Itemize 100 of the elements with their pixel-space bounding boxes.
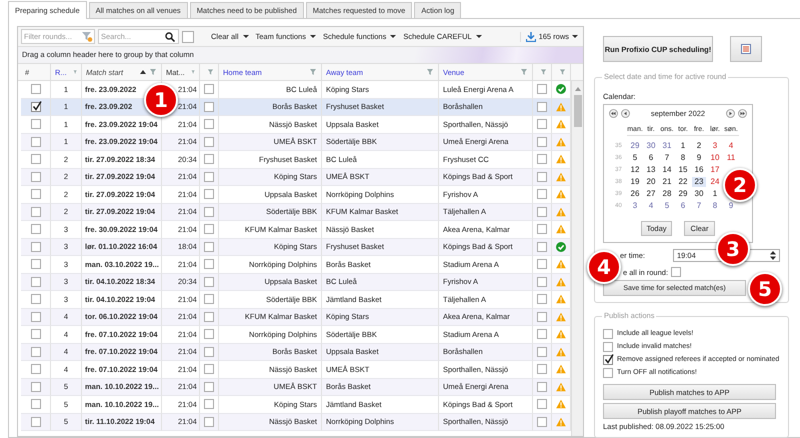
last-page-icon[interactable] <box>738 109 747 118</box>
row-checkbox[interactable] <box>30 382 40 392</box>
checkbox[interactable] <box>671 267 682 277</box>
checkbox[interactable] <box>204 312 214 322</box>
row-checkbox[interactable] <box>30 312 40 322</box>
checkbox[interactable] <box>204 189 214 200</box>
checkbox[interactable] <box>204 294 214 304</box>
checkbox[interactable] <box>537 84 547 94</box>
checkbox[interactable] <box>537 119 547 130</box>
checkbox[interactable] <box>204 382 214 392</box>
checkbox[interactable] <box>204 172 214 182</box>
checkbox[interactable] <box>537 189 547 200</box>
row-checkbox[interactable] <box>30 294 40 304</box>
first-page-icon[interactable] <box>609 109 618 118</box>
checkbox[interactable] <box>603 354 613 364</box>
calendar-day[interactable]: 11 <box>726 153 736 163</box>
row-checkbox[interactable] <box>30 276 40 287</box>
calendar-day[interactable]: 21 <box>662 177 672 187</box>
calendar-day[interactable]: 15 <box>678 165 688 175</box>
checkbox[interactable] <box>204 416 214 427</box>
checkbox[interactable] <box>537 259 547 270</box>
calendar-day[interactable]: 1 <box>680 141 686 151</box>
row-checkbox[interactable] <box>30 136 40 147</box>
checkbox[interactable] <box>182 30 194 42</box>
calendar-day[interactable]: 22 <box>678 177 688 187</box>
calendar-day[interactable]: 23 <box>692 177 706 187</box>
checkbox[interactable] <box>204 84 214 94</box>
calendar-day[interactable]: 1 <box>712 189 718 199</box>
checkbox[interactable] <box>537 224 547 234</box>
next-icon[interactable] <box>726 109 735 118</box>
checkbox[interactable] <box>204 154 214 164</box>
calendar-day[interactable]: 20 <box>646 177 656 187</box>
checkbox[interactable] <box>537 382 547 392</box>
checkbox[interactable] <box>204 119 214 130</box>
filter-icon[interactable] <box>190 68 195 76</box>
calendar-day[interactable]: 7 <box>664 153 670 163</box>
calendar-day[interactable]: 2 <box>696 141 702 151</box>
previous-icon[interactable] <box>621 109 630 118</box>
checkbox[interactable] <box>204 276 214 287</box>
calendar-day[interactable]: 3 <box>632 201 638 211</box>
checkbox[interactable] <box>537 154 547 164</box>
checkbox[interactable] <box>537 294 547 304</box>
calendar-day[interactable]: 12 <box>630 165 640 175</box>
filter-icon[interactable] <box>309 68 317 76</box>
calendar-day[interactable]: 14 <box>662 165 672 175</box>
calendar-day[interactable]: 29 <box>678 189 688 199</box>
checkbox[interactable] <box>537 364 547 374</box>
checkbox[interactable] <box>204 136 214 147</box>
calendar-day[interactable]: 29 <box>630 141 640 151</box>
checkbox[interactable] <box>537 206 547 217</box>
calendar-day[interactable]: 9 <box>728 201 734 211</box>
calendar-day[interactable]: 5 <box>632 153 638 163</box>
row-checkbox[interactable] <box>30 154 40 164</box>
row-checkbox[interactable] <box>30 242 40 252</box>
checkbox[interactable] <box>204 346 214 357</box>
calendar-day[interactable]: 8 <box>712 201 718 211</box>
calendar-day[interactable]: 6 <box>648 153 654 163</box>
checkbox[interactable] <box>603 342 613 352</box>
checkbox[interactable] <box>537 276 547 287</box>
row-checkbox[interactable] <box>30 172 40 182</box>
scrollbar[interactable] <box>571 81 583 436</box>
calendar-day[interactable]: 31 <box>662 141 672 151</box>
list-button[interactable] <box>730 36 762 62</box>
calendar-day[interactable]: 24 <box>710 177 720 187</box>
calendar-day[interactable]: 13 <box>646 165 656 175</box>
calendar-day[interactable]: 5 <box>664 201 670 211</box>
checkbox[interactable] <box>204 329 214 340</box>
spinner-icon[interactable] <box>770 251 776 260</box>
calendar-day[interactable]: 27 <box>646 189 656 199</box>
filter-icon[interactable] <box>72 68 77 76</box>
calendar-day[interactable]: 28 <box>662 189 672 199</box>
calendar-day[interactable]: 7 <box>696 201 702 211</box>
row-checkbox[interactable] <box>30 259 40 270</box>
calendar-day[interactable]: 4 <box>728 141 734 151</box>
row-checkbox[interactable] <box>30 346 40 357</box>
calendar-day[interactable]: 30 <box>694 189 704 199</box>
calendar-day[interactable]: 17 <box>710 165 720 175</box>
calendar-day[interactable]: 8 <box>680 153 686 163</box>
row-checkbox[interactable] <box>30 399 40 410</box>
filter-icon[interactable] <box>149 68 157 76</box>
scroll-up-icon[interactable] <box>574 87 580 91</box>
scroll-thumb[interactable] <box>574 95 582 127</box>
calendar-day[interactable]: 3 <box>712 141 718 151</box>
row-checkbox[interactable] <box>30 102 40 112</box>
checkbox[interactable] <box>537 399 547 410</box>
checkbox[interactable] <box>603 368 613 378</box>
checkbox[interactable] <box>204 259 214 270</box>
checkbox[interactable] <box>204 242 214 252</box>
filter-icon[interactable] <box>559 68 566 76</box>
calendar-day[interactable]: 30 <box>646 141 656 151</box>
row-checkbox[interactable] <box>30 224 40 234</box>
filter-icon[interactable] <box>207 68 214 76</box>
filter-icon[interactable] <box>520 68 528 76</box>
calendar-day[interactable]: 4 <box>648 201 654 211</box>
checkbox[interactable] <box>204 364 214 374</box>
checkbox[interactable] <box>537 242 547 252</box>
checkbox[interactable] <box>204 399 214 410</box>
calendar-day[interactable]: 19 <box>630 177 640 187</box>
calendar-day[interactable]: 16 <box>694 165 704 175</box>
row-checkbox[interactable] <box>30 206 40 217</box>
